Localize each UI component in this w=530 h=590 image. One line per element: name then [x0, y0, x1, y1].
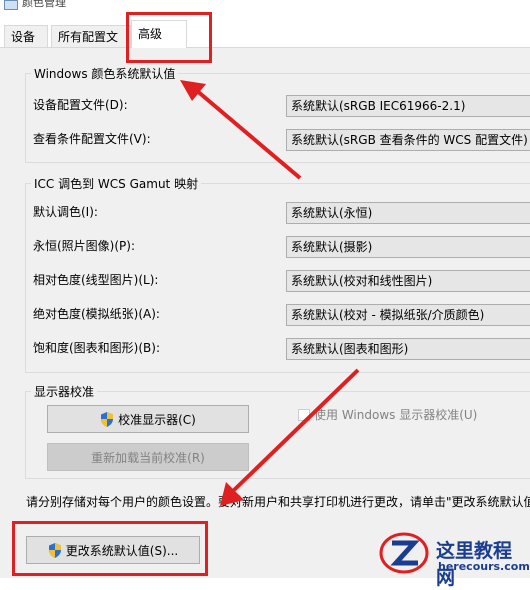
- annotation-arrows: [180, 80, 360, 506]
- arrow-to-button-icon: [220, 368, 360, 506]
- watermark-logo-icon: [379, 532, 429, 574]
- watermark-url: herecours.com: [438, 560, 530, 573]
- arrow-to-tab-icon: [180, 80, 302, 180]
